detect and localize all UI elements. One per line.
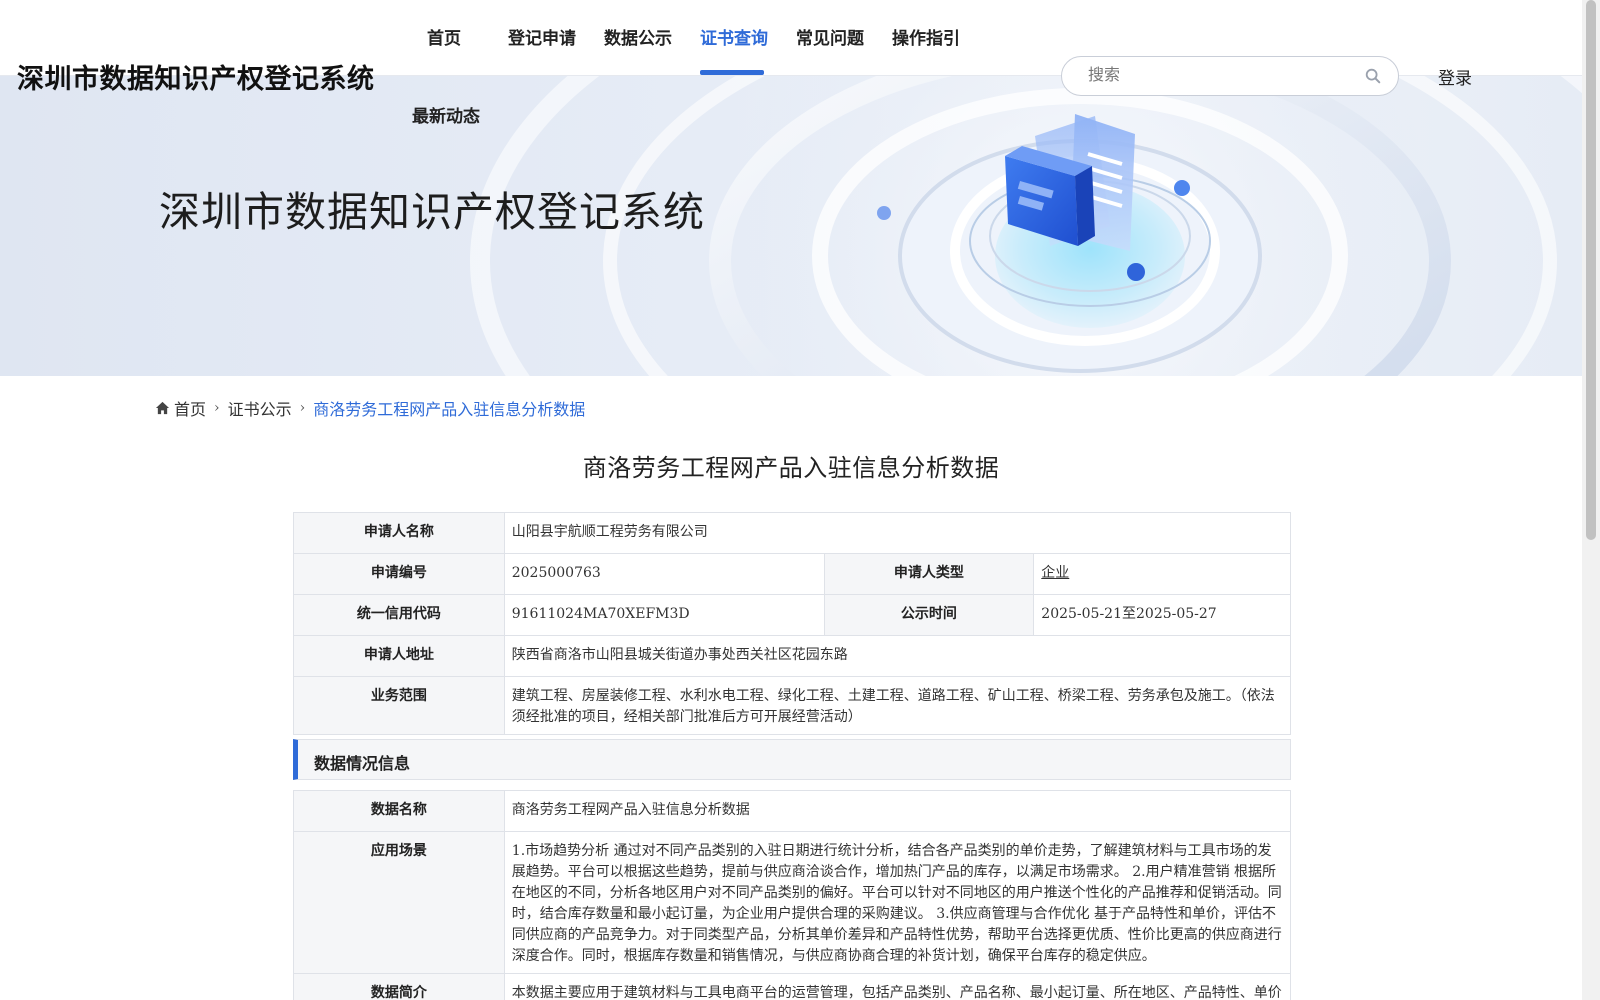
table-row: 数据简介 本数据主要应用于建筑材料与工具电商平台的运营管理，包括产品类别、产品名… <box>293 973 1292 1000</box>
business-scope-label: 业务范围 <box>293 676 505 735</box>
applicant-type-cell: 企业 <box>1033 553 1291 595</box>
nav-latest-news[interactable]: 最新动态 <box>412 102 480 127</box>
applicant-address-value: 陕西省商洛市山阳县城关街道办事处西关社区花园东路 <box>503 635 1292 677</box>
nav-active-indicator <box>700 70 764 75</box>
credit-code-label: 统一信用代码 <box>293 594 505 636</box>
applicant-name-value: 山阳县宇航顺工程劳务有限公司 <box>503 512 1292 554</box>
site-title[interactable]: 深圳市数据知识产权登记系统 <box>17 57 375 96</box>
nav-faq[interactable]: 常见问题 <box>796 24 864 49</box>
data-name-label: 数据名称 <box>293 790 505 832</box>
section-header-data-info: 数据情况信息 <box>293 739 1291 780</box>
nav-certificate-query[interactable]: 证书查询 <box>700 24 768 49</box>
nav-data-publicity[interactable]: 数据公示 <box>604 24 672 49</box>
data-info-table: 数据名称 商洛劳务工程网产品入驻信息分析数据 应用场景 1.市场趋势分析 通过对… <box>293 790 1292 1000</box>
applicant-address-label: 申请人地址 <box>293 635 505 677</box>
nav-guide[interactable]: 操作指引 <box>892 24 960 49</box>
breadcrumb-home[interactable]: 首页 <box>174 396 206 420</box>
table-row: 统一信用代码 91611024MA70XEFM3D 公示时间 2025-05-2… <box>293 594 1291 636</box>
banner-title: 深圳市数据知识产权登记系统 <box>159 188 705 236</box>
search-icon[interactable] <box>1364 67 1382 85</box>
hero-banner: 深圳市数据知识产权登记系统 <box>0 76 1582 376</box>
home-icon <box>155 401 170 415</box>
applicant-info-table: 申请人名称 山阳县宇航顺工程劳务有限公司 申请编号 2025000763 申请人… <box>293 512 1292 735</box>
data-intro-label: 数据简介 <box>293 973 505 1000</box>
application-scenario-label: 应用场景 <box>293 831 505 974</box>
data-intro-value: 本数据主要应用于建筑材料与工具电商平台的运营管理，包括产品类别、产品名称、最小起… <box>503 973 1292 1000</box>
search-box <box>1061 56 1399 96</box>
breadcrumb: 首页 › 证书公示 › 商洛劳务工程网产品入驻信息分析数据 <box>155 396 585 420</box>
nav-home[interactable]: 首页 <box>427 24 461 49</box>
section-title: 数据情况信息 <box>314 754 411 773</box>
nav-registration-apply[interactable]: 登记申请 <box>508 24 576 49</box>
credit-code-value: 91611024MA70XEFM3D <box>503 594 825 636</box>
table-row: 数据名称 商洛劳务工程网产品入驻信息分析数据 <box>293 790 1292 832</box>
table-row: 申请人地址 陕西省商洛市山阳县城关街道办事处西关社区花园东路 <box>293 635 1292 677</box>
scrollbar-thumb[interactable] <box>1586 0 1596 540</box>
table-row: 业务范围 建筑工程、房屋装修工程、水利水电工程、绿化工程、土建工程、道路工程、矿… <box>293 676 1292 735</box>
application-number-label: 申请编号 <box>293 553 505 595</box>
breadcrumb-separator-icon: › <box>214 400 220 416</box>
breadcrumb-current[interactable]: 商洛劳务工程网产品入驻信息分析数据 <box>313 396 585 420</box>
application-number-value: 2025000763 <box>503 553 825 595</box>
breadcrumb-separator-icon: › <box>299 400 306 416</box>
data-name-value: 商洛劳务工程网产品入驻信息分析数据 <box>503 790 1292 832</box>
publish-time-value: 2025-05-21至2025-05-27 <box>1033 594 1291 636</box>
table-row: 申请人名称 山阳县宇航顺工程劳务有限公司 <box>293 512 1292 554</box>
publish-time-label: 公示时间 <box>823 594 1035 636</box>
applicant-name-label: 申请人名称 <box>293 512 505 554</box>
application-scenario-value: 1.市场趋势分析 通过对不同产品类别的入驻日期进行统计分析，结合各产品类别的单价… <box>503 831 1292 974</box>
business-scope-value: 建筑工程、房屋装修工程、水利水电工程、绿化工程、土建工程、道路工程、矿山工程、桥… <box>503 676 1292 735</box>
login-link[interactable]: 登录 <box>1438 64 1472 89</box>
table-row: 应用场景 1.市场趋势分析 通过对不同产品类别的入驻日期进行统计分析，结合各产品… <box>293 831 1292 974</box>
applicant-type-value: 企业 <box>1041 565 1070 581</box>
table-row: 申请编号 2025000763 申请人类型 企业 <box>293 553 1291 595</box>
search-input[interactable] <box>1088 65 1348 87</box>
page-scrollbar[interactable] <box>1582 0 1600 1000</box>
applicant-type-label: 申请人类型 <box>823 553 1035 595</box>
page-title: 商洛劳务工程网产品入驻信息分析数据 <box>582 454 1000 482</box>
breadcrumb-certificate-publicity[interactable]: 证书公示 <box>228 396 292 420</box>
